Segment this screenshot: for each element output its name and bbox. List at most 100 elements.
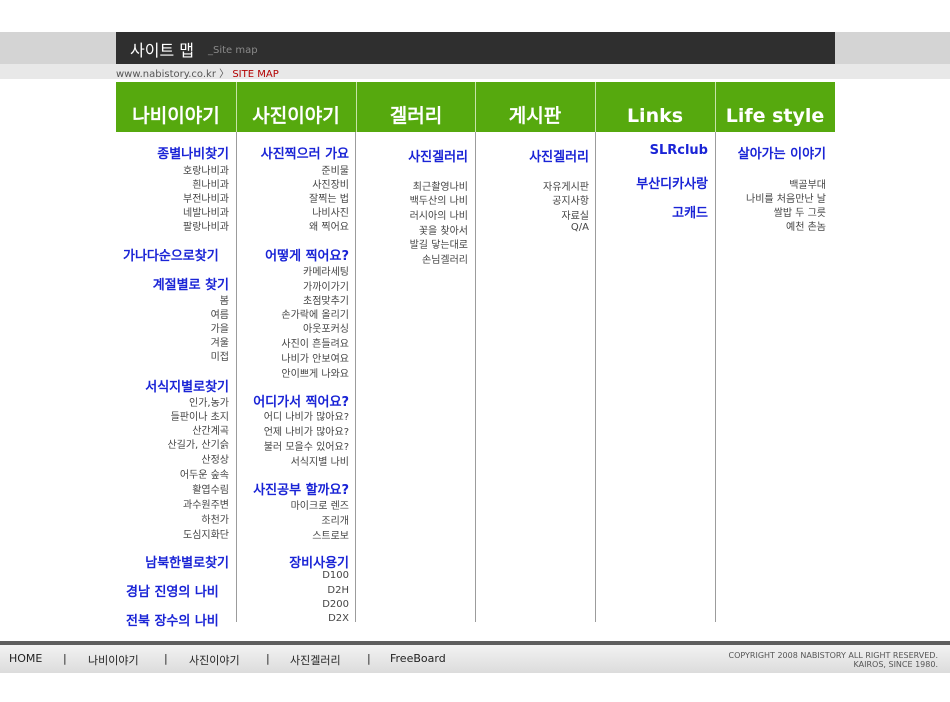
link-go-shoot[interactable]: 나비사진 <box>312 204 349 219</box>
link-gear-review[interactable]: D100 <box>322 570 349 581</box>
tab-photo-story[interactable]: 사진이야기 <box>236 82 356 132</box>
section-photo-study[interactable]: 사진공부 할까요? <box>253 479 349 498</box>
link-where-to-shoot[interactable]: 언제 나비가 많아요? <box>264 423 349 438</box>
link-how-to-shoot[interactable]: 가까이가기 <box>303 278 349 293</box>
column-divider <box>475 132 476 622</box>
title-bar: 사이트 맵 _Site map <box>116 32 835 64</box>
link-habitat[interactable]: 어두운 숲속 <box>180 466 229 481</box>
link-go-shoot[interactable]: 왜 찍어요 <box>309 218 349 233</box>
section-season-search[interactable]: 계절별로 찾기 <box>153 274 229 293</box>
link-gear-review[interactable]: D200 <box>322 599 349 610</box>
section-alphabetical-search[interactable]: 가나다순으로찾기 <box>123 245 219 264</box>
link-habitat[interactable]: 하천가 <box>201 511 229 526</box>
link-go-shoot[interactable]: 준비물 <box>321 162 349 177</box>
section-photo-gallery-board[interactable]: 사진겔러리 <box>529 146 589 165</box>
footer-link-freeboard[interactable]: FreeBoard <box>390 652 446 665</box>
link-lycaenidae[interactable]: 부전나비과 <box>183 190 229 205</box>
link-where-to-shoot[interactable]: 서식지별 나비 <box>291 453 349 468</box>
section-jangsu-butterflies[interactable]: 전북 장수의 나비 <box>126 610 219 629</box>
section-jinyeong-butterflies[interactable]: 경남 진영의 나비 <box>126 581 219 600</box>
link-gallery[interactable]: 꽃을 찾아서 <box>419 222 468 237</box>
category-tabs: 나비이야기 사진이야기 겔러리 게시판 Links Life style <box>116 82 835 132</box>
link-habitat[interactable]: 인가,농가 <box>189 394 229 409</box>
link-gear-review[interactable]: D2H <box>327 585 349 596</box>
link-photo-study[interactable]: 조리개 <box>321 512 349 527</box>
link-habitat[interactable]: 산간계곡 <box>192 422 229 437</box>
link-how-to-shoot[interactable]: 사진이 흔들려요 <box>281 335 349 350</box>
link-board[interactable]: 자유게시판 <box>543 178 589 193</box>
section-photo-gallery[interactable]: 사진겔러리 <box>408 146 468 165</box>
breadcrumb-current: SITE MAP <box>232 69 279 80</box>
link-how-to-shoot[interactable]: 손가락에 올리기 <box>281 306 349 321</box>
link-life-story[interactable]: 쌀밥 두 그릇 <box>774 204 826 219</box>
link-habitat[interactable]: 들판이나 초지 <box>171 408 229 423</box>
link-slrclub[interactable]: SLRclub <box>650 143 708 158</box>
link-gallery[interactable]: 러시아의 나비 <box>410 207 468 222</box>
tab-gallery[interactable]: 겔러리 <box>356 82 476 132</box>
section-species-search[interactable]: 종별나비찾기 <box>157 143 229 162</box>
link-gear-review[interactable]: D2X <box>328 613 349 624</box>
column-divider <box>715 132 716 622</box>
link-nymphalidae[interactable]: 네발나비과 <box>183 204 229 219</box>
link-summer[interactable]: 여름 <box>211 306 229 321</box>
link-how-to-shoot[interactable]: 카메라세팅 <box>303 263 349 278</box>
page-subtitle: _Site map <box>208 45 258 56</box>
link-photo-study[interactable]: 마이크로 렌즈 <box>291 497 349 512</box>
link-board[interactable]: 공지사항 <box>552 192 589 207</box>
link-spring[interactable]: 봄 <box>220 292 229 307</box>
link-board[interactable]: 자료실 <box>561 207 589 222</box>
link-how-to-shoot[interactable]: 초점맞추기 <box>303 292 349 307</box>
section-habitat-search[interactable]: 서식지별로찾기 <box>145 376 229 395</box>
link-whites[interactable]: 흰나비과 <box>192 176 229 191</box>
link-gallery[interactable]: 발길 닿는대로 <box>410 236 468 251</box>
link-habitat[interactable]: 산정상 <box>201 451 229 466</box>
link-life-story[interactable]: 백골부대 <box>789 176 826 191</box>
tab-links[interactable]: Links <box>595 82 715 132</box>
section-gear-review[interactable]: 장비사용기 <box>289 552 349 571</box>
link-gocad[interactable]: 고캐드 <box>672 202 708 221</box>
column-divider <box>595 132 596 622</box>
tab-butterfly-story[interactable]: 나비이야기 <box>116 82 236 132</box>
link-winter[interactable]: 겨울 <box>211 334 229 349</box>
footer-link-home[interactable]: HOME <box>9 652 42 665</box>
footer-separator: | <box>266 652 270 665</box>
link-gallery[interactable]: 최근촬영나비 <box>413 178 468 193</box>
link-habitat[interactable]: 도심지화단 <box>183 526 229 541</box>
link-habitat[interactable]: 과수원주변 <box>183 496 229 511</box>
link-stray[interactable]: 미접 <box>211 348 229 363</box>
footer-link-butterfly-story[interactable]: 나비이야기 <box>88 652 139 668</box>
link-how-to-shoot[interactable]: 아웃포커싱 <box>303 320 349 335</box>
footer-link-photo-story[interactable]: 사진이야기 <box>189 652 240 668</box>
link-swallowtail[interactable]: 호랑나비과 <box>183 162 229 177</box>
link-life-story[interactable]: 나비를 처음만난 날 <box>746 190 826 205</box>
copyright-line-1: COPYRIGHT 2008 NABISTORY ALL RIGHT RESER… <box>728 651 938 660</box>
link-gallery[interactable]: 손님겔러리 <box>422 251 468 266</box>
tab-life-style[interactable]: Life style <box>715 82 835 132</box>
link-gallery[interactable]: 백두산의 나비 <box>410 192 468 207</box>
footer-separator: | <box>63 652 67 665</box>
link-how-to-shoot[interactable]: 안이쁘게 나와요 <box>281 365 349 380</box>
link-habitat[interactable]: 산길가, 산기슭 <box>167 436 229 451</box>
link-board[interactable]: Q/A <box>571 222 589 233</box>
section-life-stories[interactable]: 살아가는 이야기 <box>738 143 826 162</box>
link-go-shoot[interactable]: 사진장비 <box>312 176 349 191</box>
section-north-south-search[interactable]: 남북한별로찾기 <box>145 552 229 571</box>
link-habitat[interactable]: 활엽수림 <box>192 481 229 496</box>
link-where-to-shoot[interactable]: 불러 모을수 있어요? <box>264 438 349 453</box>
link-how-to-shoot[interactable]: 나비가 안보여요 <box>281 350 349 365</box>
breadcrumb-home[interactable]: www.nabistory.co.kr <box>116 69 216 80</box>
column-divider <box>355 132 356 622</box>
link-autumn[interactable]: 가을 <box>211 320 229 335</box>
tab-board[interactable]: 게시판 <box>475 82 595 132</box>
footer-separator: | <box>367 652 371 665</box>
link-busan-dica[interactable]: 부산디카사랑 <box>636 173 708 192</box>
footer-link-photo-gallery[interactable]: 사진겔러리 <box>290 652 341 668</box>
link-go-shoot[interactable]: 잘찍는 법 <box>309 190 349 205</box>
section-go-shoot[interactable]: 사진찍으러 가요 <box>261 143 349 162</box>
link-where-to-shoot[interactable]: 어디 나비가 많아요? <box>264 408 349 423</box>
link-photo-study[interactable]: 스트로보 <box>312 527 349 542</box>
link-hesperiidae[interactable]: 팔랑나비과 <box>183 218 229 233</box>
link-life-story[interactable]: 예천 촌놈 <box>786 218 826 233</box>
section-how-to-shoot[interactable]: 어떻게 찍어요? <box>265 245 349 264</box>
copyright-line-2: KAIROS, SINCE 1980. <box>853 660 938 669</box>
